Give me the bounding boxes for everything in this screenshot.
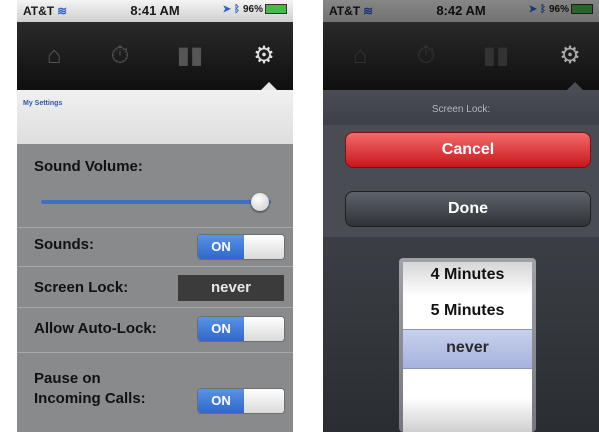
- volume-slider-knob[interactable]: [250, 193, 269, 211]
- tab-settings: ⚙: [545, 36, 595, 76]
- sounds-toggle[interactable]: ON: [197, 234, 285, 260]
- location-icon: ➤: [528, 4, 537, 15]
- active-tab-pointer: [261, 82, 277, 90]
- sounds-label: Sounds:: [34, 236, 94, 253]
- screen-lock-picker-screen: AT&T ≋ 8:42 AM ➤ ᛒ 96% ⌂ ⏱ ▮▮ ⚙ Screen Lock…: [323, 0, 599, 432]
- picker-option[interactable]: 4 Minutes: [403, 266, 532, 284]
- battery-percent: 96%: [548, 4, 569, 15]
- pause-label-line1: Pause on: [34, 370, 101, 387]
- chart-icon: ▮▮: [176, 42, 204, 69]
- active-tab-pointer: [567, 82, 583, 90]
- action-sheet-title: Screen Lock:: [431, 104, 491, 115]
- stopwatch-icon: ⏱: [110, 42, 130, 69]
- bluetooth-icon: ᛒ: [539, 4, 546, 15]
- toggle-on-label: ON: [198, 389, 244, 413]
- pause-calls-toggle[interactable]: ON: [197, 388, 285, 414]
- screen-lock-value[interactable]: never: [178, 275, 284, 301]
- gear-icon: ⚙: [253, 42, 275, 69]
- stopwatch-icon: ⏱: [416, 42, 436, 69]
- picker-selected-option[interactable]: never: [403, 329, 532, 367]
- toggle-knob: [244, 235, 284, 259]
- tab-home: ⌂: [335, 36, 385, 76]
- toggle-on-label: ON: [198, 235, 244, 259]
- done-button[interactable]: Done: [345, 191, 591, 227]
- tab-timer[interactable]: ⏱: [95, 36, 145, 76]
- tab-stats: ▮▮: [471, 36, 521, 76]
- toggle-on-label: ON: [198, 317, 244, 341]
- row-divider: [17, 307, 293, 308]
- home-icon: ⌂: [46, 42, 62, 69]
- picker-option[interactable]: 5 Minutes: [403, 302, 532, 320]
- screen-lock-label: Screen Lock:: [34, 279, 129, 296]
- tab-bar: ⌂ ⏱ ▮▮ ⚙: [17, 22, 293, 90]
- sound-volume-label: Sound Volume:: [34, 158, 143, 175]
- battery-icon: [571, 4, 593, 15]
- tab-home[interactable]: ⌂: [29, 36, 79, 76]
- location-icon: ➤: [222, 4, 231, 15]
- gear-icon: ⚙: [559, 42, 581, 69]
- status-bar: AT&T ≋ 8:41 AM ➤ ᛒ 96%: [17, 0, 293, 22]
- header-bar: My Settings: [17, 90, 293, 144]
- settings-screen: AT&T ≋ 8:41 AM ➤ ᛒ 96% ⌂ ⏱ ▮▮ ⚙ My Settings…: [17, 0, 293, 432]
- battery-icon: [265, 4, 287, 15]
- row-divider: [17, 266, 293, 267]
- auto-lock-label: Allow Auto-Lock:: [34, 320, 157, 337]
- row-divider: [17, 352, 293, 353]
- chart-icon: ▮▮: [482, 42, 510, 69]
- home-icon: ⌂: [352, 42, 368, 69]
- row-divider: [17, 227, 293, 228]
- tab-timer: ⏱: [401, 36, 451, 76]
- breadcrumb: My Settings: [23, 100, 63, 107]
- toggle-knob: [244, 389, 284, 413]
- tab-stats[interactable]: ▮▮: [165, 36, 215, 76]
- bluetooth-icon: ᛒ: [233, 4, 240, 15]
- cancel-button[interactable]: Cancel: [345, 132, 591, 168]
- battery-percent: 96%: [242, 4, 263, 15]
- tab-bar: ⌂ ⏱ ▮▮ ⚙: [323, 22, 599, 90]
- pause-label-line2: Incoming Calls:: [34, 390, 146, 407]
- auto-lock-toggle[interactable]: ON: [197, 316, 285, 342]
- tab-settings[interactable]: ⚙: [239, 36, 289, 76]
- toggle-knob: [244, 317, 284, 341]
- status-bar: AT&T ≋ 8:42 AM ➤ ᛒ 96%: [323, 0, 599, 22]
- volume-slider-track[interactable]: [41, 200, 271, 204]
